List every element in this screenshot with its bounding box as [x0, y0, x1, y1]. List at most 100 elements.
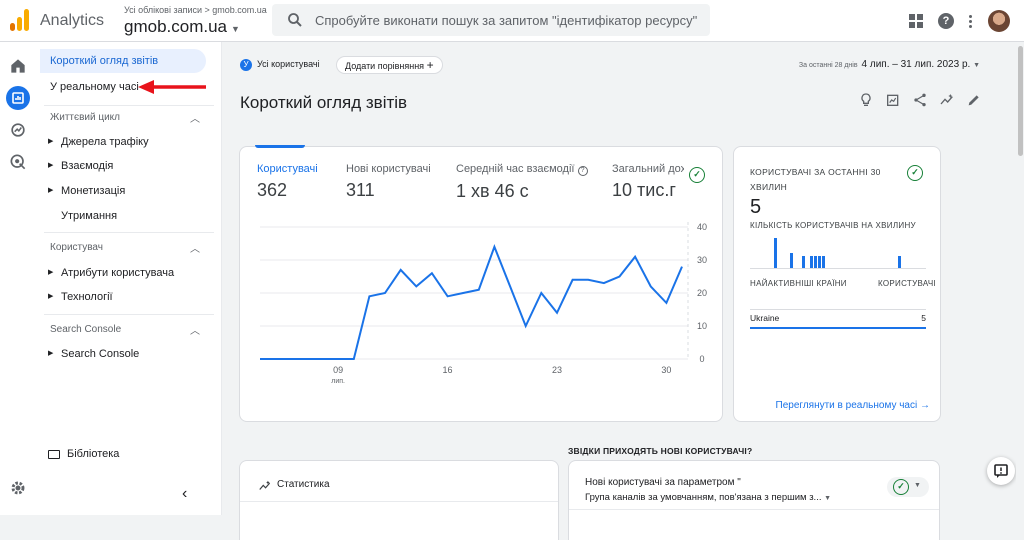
left-rail: [0, 42, 36, 515]
caret-down-icon: ▼: [231, 24, 240, 34]
nav-technology[interactable]: ▶ Технології: [40, 285, 113, 309]
insights-icon: [259, 480, 271, 490]
row-users: 5: [921, 313, 926, 323]
property-selector[interactable]: gmob.com.ua ▼: [124, 17, 240, 37]
dimension-selector[interactable]: Група каналів за умовчанням, пов'язана з…: [585, 492, 831, 503]
customize-report-icon[interactable]: [885, 92, 901, 108]
feedback-icon: [994, 464, 1008, 478]
info-icon[interactable]: ?: [577, 166, 588, 176]
nav-item-label: Search Console: [61, 348, 140, 360]
x-tick-label: 23: [552, 365, 562, 375]
edit-pencil-icon[interactable]: [966, 92, 982, 108]
insights-icon[interactable]: [939, 92, 955, 108]
divider: [240, 501, 558, 502]
dimension-selector-label: Група каналів за умовчанням, пов'язана з…: [585, 492, 822, 503]
nav-user-attributes[interactable]: ▶ Атрибути користувача: [40, 261, 174, 285]
metric-total-revenue[interactable]: Загальний дохі, 10 тис.г: [612, 163, 684, 201]
users-series-line: [260, 243, 683, 360]
chevron-up-icon: ︿: [190, 326, 200, 337]
app-name: Analytics: [40, 12, 105, 29]
status-menu[interactable]: ✓ ▼: [887, 477, 929, 497]
advertising-icon[interactable]: [8, 152, 28, 172]
page-scrollbar[interactable]: [1016, 42, 1024, 515]
view-realtime-link[interactable]: Переглянути в реальному часі →: [776, 400, 930, 411]
sources-title: Нові користувачі за параметром ": [585, 477, 741, 488]
lightbulb-icon[interactable]: [858, 92, 874, 108]
search-input[interactable]: Спробуйте виконати пошук за запитом "іде…: [315, 13, 697, 28]
triangle-right-icon: ▶: [48, 350, 54, 357]
nav-engagement[interactable]: ▶ Взаємодія: [40, 154, 113, 178]
triangle-right-icon: ▶: [48, 269, 54, 276]
nav-search-console[interactable]: ▶ Search Console: [40, 342, 139, 366]
date-prefix: За останні 28 днів: [798, 62, 858, 69]
settings-icon[interactable]: [8, 478, 28, 498]
triangle-right-icon: ▶: [48, 293, 54, 300]
add-comparison-button[interactable]: Додати порівняння +: [336, 56, 443, 74]
nav-retention[interactable]: Утримання: [40, 204, 117, 228]
metric-new-users[interactable]: Нові користувачі 311: [346, 163, 431, 201]
collapse-nav-icon[interactable]: ‹: [182, 485, 187, 503]
top-bar: Analytics Усі облікові записи > gmob.com…: [0, 0, 1024, 42]
reports-icon[interactable]: [6, 86, 30, 110]
x-tick-label: 09: [333, 365, 343, 375]
divider: [44, 105, 214, 106]
nav-reports-snapshot[interactable]: Короткий огляд звітів: [40, 49, 206, 73]
minute-bar: [790, 253, 793, 268]
section-lifecycle[interactable]: Життєвий цикл ︿: [50, 112, 200, 125]
nav-item-label: Монетизація: [61, 185, 126, 197]
nav-realtime[interactable]: У реальному часі: [40, 75, 139, 99]
metric-new-users-value: 311: [346, 180, 375, 200]
more-vert-icon[interactable]: [969, 14, 973, 28]
section-search-console-label: Search Console: [50, 324, 122, 335]
sources-question: ЗВІДКИ ПРИХОДЯТЬ НОВІ КОРИСТУВАЧІ?: [568, 446, 753, 456]
main-content: У Усі користувачі Додати порівняння + За …: [222, 42, 1010, 540]
nav-item-label: Утримання: [61, 210, 118, 222]
search-bar[interactable]: Спробуйте виконати пошук за запитом "іде…: [272, 4, 710, 36]
realtime-title: КОРИСТУВАЧІ ЗА ОСТАННІ 30 ХВИЛИН: [750, 167, 881, 192]
per-minute-label: КІЛЬКІСТЬ КОРИСТУВАЧІВ НА ХВИЛИНУ: [750, 221, 916, 230]
nav-traffic-sources[interactable]: ▶ Джерела трафіку: [40, 130, 149, 154]
view-realtime-label: Переглянути в реальному часі: [775, 400, 918, 411]
share-icon[interactable]: [912, 92, 928, 108]
chevron-up-icon: ︿: [190, 114, 200, 125]
check-circle-icon[interactable]: ✓: [689, 167, 705, 183]
metric-engagement-time[interactable]: Середній час взаємодії ? 1 хв 46 с: [456, 163, 588, 202]
date-range-picker[interactable]: За останні 28 днів 4 лип. – 31 лип. 2023 …: [798, 59, 980, 70]
check-circle-icon[interactable]: ✓: [907, 165, 923, 181]
apps-grid-icon[interactable]: [909, 14, 923, 28]
red-arrow-icon: [138, 80, 206, 94]
nav-item-label: Взаємодія: [61, 160, 114, 172]
nav-library[interactable]: Бібліотека: [48, 442, 119, 466]
metric-users-label: Користувачі: [257, 163, 318, 175]
segment-chip[interactable]: У Усі користувачі: [240, 56, 320, 74]
home-icon[interactable]: [8, 56, 28, 76]
feedback-button[interactable]: [987, 457, 1015, 485]
account-breadcrumb[interactable]: Усі облікові записи > gmob.com.ua: [124, 5, 267, 15]
new-users-sources-card: Нові користувачі за параметром " Група к…: [568, 460, 940, 540]
explore-icon[interactable]: [8, 120, 28, 140]
nav-monetization[interactable]: ▶ Монетизація: [40, 179, 125, 203]
check-circle-icon: ✓: [893, 479, 909, 495]
search-icon: [288, 13, 302, 27]
metric-new-users-label: Нові користувачі: [346, 163, 431, 175]
section-search-console[interactable]: Search Console ︿: [50, 324, 200, 337]
divider: [569, 509, 939, 510]
x-tick-sublabel: лип.: [331, 378, 345, 385]
nav-item-label: Технології: [61, 291, 113, 303]
page-title: Короткий огляд звітів: [240, 93, 408, 112]
avatar[interactable]: [988, 10, 1010, 32]
statistics-title: Статистика: [277, 479, 330, 490]
metric-users[interactable]: Користувачі 362: [255, 145, 318, 201]
analytics-logo-icon[interactable]: [10, 9, 30, 31]
minute-bar: [774, 238, 777, 268]
help-icon[interactable]: ?: [938, 13, 954, 29]
metric-users-value: 362: [257, 180, 288, 200]
statistics-card: Статистика: [239, 460, 559, 540]
section-user[interactable]: Користувач ︿: [50, 242, 200, 255]
minute-bar: [898, 256, 901, 268]
realtime-count: 5: [750, 196, 762, 218]
caret-down-icon: ▼: [973, 62, 980, 69]
metric-revenue-label: Загальний дохі,: [612, 163, 684, 175]
metric-revenue-value: 10 тис.г: [612, 180, 676, 200]
y-tick-label: 40: [697, 222, 707, 232]
